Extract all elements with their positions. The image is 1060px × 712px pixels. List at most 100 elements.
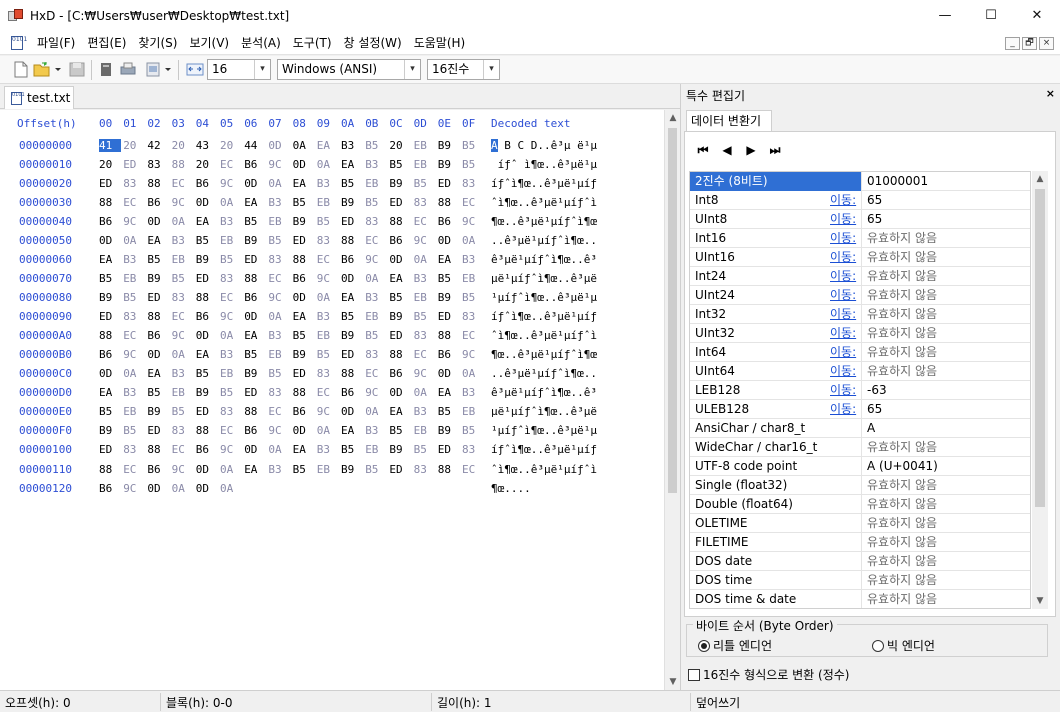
- menu-item[interactable]: 파일(F): [31, 34, 81, 51]
- inspector-row[interactable]: AnsiChar / char8_t A: [690, 419, 1030, 438]
- hex-byte[interactable]: 0D: [99, 367, 121, 380]
- hex-byte[interactable]: B5: [365, 196, 387, 209]
- charset-select[interactable]: Windows (ANSI) ▾: [277, 59, 421, 80]
- inspector-value[interactable]: 유효하지 않음: [867, 571, 937, 589]
- tab-test-txt[interactable]: 0101 test.txt: [4, 86, 74, 109]
- hex-byte[interactable]: ED: [438, 177, 460, 190]
- hex-byte[interactable]: 83: [317, 367, 339, 380]
- hex-byte[interactable]: B3: [462, 386, 484, 399]
- hex-byte[interactable]: EB: [268, 348, 290, 361]
- hex-byte[interactable]: EC: [462, 463, 484, 476]
- hex-byte[interactable]: B5: [172, 272, 194, 285]
- hex-byte[interactable]: B3: [220, 348, 242, 361]
- inspector-row[interactable]: 2진수 (8비트) 01000001: [690, 172, 1030, 191]
- inspector-value[interactable]: 유효하지 않음: [867, 476, 937, 494]
- hex-byte[interactable]: EC: [268, 405, 290, 418]
- hex-byte[interactable]: 9C: [220, 443, 242, 456]
- inspector-value[interactable]: 유효하지 않음: [867, 229, 937, 247]
- hex-byte[interactable]: 9C: [220, 177, 242, 190]
- hex-byte[interactable]: EC: [462, 196, 484, 209]
- inspector-row[interactable]: Int32 이동: 유효하지 않음: [690, 305, 1030, 324]
- scroll-down-icon[interactable]: ▼: [665, 674, 681, 690]
- goto-link[interactable]: 이동:: [830, 191, 856, 209]
- hex-byte[interactable]: EC: [220, 291, 242, 304]
- hex-byte[interactable]: B9: [196, 386, 218, 399]
- decoded-text[interactable]: ..ê³µë¹µíƒˆì¶œ..: [491, 234, 597, 247]
- inspector-scrollbar[interactable]: ▲ ▼: [1032, 171, 1048, 609]
- first-icon[interactable]: ⏮: [693, 142, 713, 158]
- inspector-value[interactable]: 유효하지 않음: [867, 590, 937, 608]
- hex-byte[interactable]: EB: [462, 272, 484, 285]
- hex-byte[interactable]: B6: [196, 177, 218, 190]
- decoded-text[interactable]: ê³µë¹µíƒˆì¶œ..ê³: [491, 386, 597, 399]
- hex-byte[interactable]: B6: [147, 463, 169, 476]
- decoded-text[interactable]: íƒˆì¶œ..ê³µë¹µíƒ: [491, 310, 597, 323]
- scroll-up-icon[interactable]: ▲: [1032, 171, 1048, 187]
- hex-byte[interactable]: B5: [196, 234, 218, 247]
- hex-byte[interactable]: EA: [196, 215, 218, 228]
- hex-byte[interactable]: B5: [147, 386, 169, 399]
- decoded-text[interactable]: ..ê³µë¹µíƒˆì¶œ..: [491, 367, 597, 380]
- goto-link[interactable]: 이동:: [830, 267, 856, 285]
- hex-byte[interactable]: B6: [244, 424, 266, 437]
- inspector-value[interactable]: 유효하지 않음: [867, 533, 937, 551]
- hex-byte[interactable]: 0D: [99, 234, 121, 247]
- hex-byte[interactable]: B6: [341, 253, 363, 266]
- hex-byte[interactable]: EB: [172, 253, 194, 266]
- hex-byte[interactable]: 83: [462, 443, 484, 456]
- hex-byte[interactable]: EC: [123, 329, 145, 342]
- hex-byte[interactable]: ED: [244, 386, 266, 399]
- hex-byte[interactable]: 83: [462, 310, 484, 323]
- inspector-value[interactable]: 유효하지 않음: [867, 286, 937, 304]
- hex-byte[interactable]: 88: [438, 329, 460, 342]
- decoded-text[interactable]: ¹µíƒˆì¶œ..ê³µë¹µ: [491, 424, 597, 437]
- hex-byte[interactable]: 20: [99, 158, 121, 171]
- hex-byte[interactable]: B9: [341, 463, 363, 476]
- hex-byte[interactable]: B5: [341, 177, 363, 190]
- scroll-up-icon[interactable]: ▲: [665, 110, 681, 126]
- hex-byte[interactable]: 88: [172, 158, 194, 171]
- hex-byte[interactable]: 83: [123, 443, 145, 456]
- hex-byte[interactable]: B6: [341, 386, 363, 399]
- inspector-row[interactable]: Int64 이동: 유효하지 않음: [690, 343, 1030, 362]
- hex-byte[interactable]: EA: [244, 329, 266, 342]
- hex-byte[interactable]: B9: [341, 329, 363, 342]
- save-icon[interactable]: [68, 61, 86, 78]
- hex-byte[interactable]: 83: [172, 424, 194, 437]
- hex-byte[interactable]: 0A: [317, 291, 339, 304]
- inspector-row[interactable]: UInt32 이동: 유효하지 않음: [690, 324, 1030, 343]
- hex-byte[interactable]: 0D: [438, 234, 460, 247]
- hex-byte[interactable]: EB: [462, 405, 484, 418]
- decoded-text[interactable]: ˆì¶œ..ê³µë¹µíƒˆì: [491, 463, 597, 476]
- hex-byte[interactable]: 9C: [317, 272, 339, 285]
- hex-byte[interactable]: 0A: [172, 215, 194, 228]
- hex-byte[interactable]: B6: [99, 215, 121, 228]
- inspector-value[interactable]: A: [867, 419, 875, 437]
- new-file-icon[interactable]: [12, 61, 30, 78]
- hex-byte[interactable]: B9: [438, 139, 460, 152]
- hex-byte[interactable]: B5: [414, 177, 436, 190]
- inspector-value[interactable]: -63: [867, 381, 887, 399]
- hex-byte[interactable]: 9C: [220, 310, 242, 323]
- hex-byte[interactable]: EC: [365, 234, 387, 247]
- hex-byte[interactable]: EA: [341, 424, 363, 437]
- properties-icon[interactable]: [97, 61, 115, 78]
- hex-byte[interactable]: EA: [389, 405, 411, 418]
- hex-byte[interactable]: 9C: [414, 234, 436, 247]
- decoded-text[interactable]: ˆì¶œ..ê³µë¹µíƒˆì: [491, 196, 597, 209]
- inspector-row[interactable]: UInt64 이동: 유효하지 않음: [690, 362, 1030, 381]
- decoded-text[interactable]: ¶œ..ê³µë¹µíƒˆì¶œ: [491, 348, 597, 361]
- open-folder-icon[interactable]: [33, 61, 51, 78]
- hex-byte[interactable]: EA: [438, 386, 460, 399]
- hex-format-checkbox[interactable]: 16진수 형식으로 변환 (정수): [688, 666, 849, 683]
- hex-byte[interactable]: EB: [123, 405, 145, 418]
- hex-byte[interactable]: 88: [196, 291, 218, 304]
- hex-byte[interactable]: 88: [99, 329, 121, 342]
- hex-byte[interactable]: B5: [365, 329, 387, 342]
- hex-byte[interactable]: EA: [293, 310, 315, 323]
- inspector-value[interactable]: 유효하지 않음: [867, 248, 937, 266]
- hex-byte[interactable]: EA: [293, 177, 315, 190]
- hex-byte[interactable]: 20: [389, 139, 411, 152]
- hex-byte[interactable]: 0A: [123, 234, 145, 247]
- inspector-value[interactable]: 유효하지 않음: [867, 438, 937, 456]
